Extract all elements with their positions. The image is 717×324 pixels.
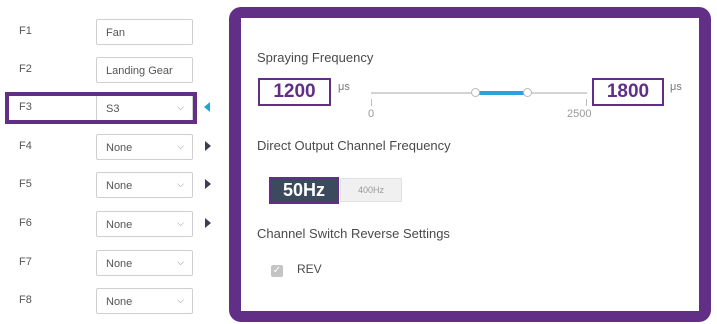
- chevron-down-icon: ⌵: [177, 257, 184, 267]
- chevron-down-icon: ⌵: [177, 179, 184, 189]
- channel-settings-panel: Spraying Frequency 1200 μs 0 2500 1800 μ…: [229, 7, 711, 322]
- channel-row-f2: F2 Landing Gear: [0, 54, 215, 86]
- frequency-50hz-button[interactable]: 50Hz: [269, 177, 339, 204]
- channel-value: Fan: [106, 27, 125, 39]
- channel-row-f7: F7 None ⌵: [0, 247, 215, 279]
- channel-f3-select[interactable]: S3 ⌵: [96, 95, 193, 121]
- channel-value: Landing Gear: [106, 65, 173, 77]
- channel-label: F5: [19, 178, 32, 190]
- channel-f7-select[interactable]: None ⌵: [96, 250, 193, 276]
- channel-value: None: [106, 180, 133, 192]
- channel-value: None: [106, 219, 133, 231]
- max-frequency-input[interactable]: 1800: [592, 78, 664, 106]
- frequency-400hz-button[interactable]: 400Hz: [340, 178, 402, 202]
- slider-high-handle[interactable]: [522, 88, 532, 97]
- min-frequency-input[interactable]: 1200: [258, 78, 331, 106]
- channel-f8-select[interactable]: None ⌵: [96, 288, 193, 314]
- direct-output-frequency-title: Direct Output Channel Frequency: [257, 138, 451, 153]
- rev-label: REV: [297, 262, 322, 276]
- channel-reverse-title: Channel Switch Reverse Settings: [257, 226, 450, 241]
- chevron-down-icon: ⌵: [177, 141, 184, 151]
- channel-value: S3: [106, 103, 120, 115]
- channel-row-f1: F1 Fan: [0, 16, 215, 48]
- channel-f4-select[interactable]: None ⌵: [96, 134, 193, 160]
- channel-row-f5: F5 None ⌵: [0, 169, 215, 201]
- channel-label: F1: [19, 25, 32, 37]
- chevron-down-icon: ⌵: [177, 295, 184, 305]
- channel-label: F7: [19, 256, 32, 268]
- collapse-arrow-icon[interactable]: [204, 102, 210, 112]
- channel-label: F8: [19, 294, 32, 306]
- slider-max-label: 2500: [567, 108, 592, 120]
- chevron-down-icon: ⌵: [177, 102, 184, 112]
- checkmark-icon: ✓: [272, 265, 282, 276]
- slider-low-handle[interactable]: [470, 88, 480, 97]
- expand-arrow-icon[interactable]: [205, 179, 211, 189]
- channel-f5-select[interactable]: None ⌵: [96, 172, 193, 198]
- channel-row-f4: F4 None ⌵: [0, 131, 215, 163]
- channel-label: F2: [19, 63, 32, 75]
- channel-label: F3: [19, 101, 32, 113]
- channel-row-f8: F8 None ⌵: [0, 285, 215, 317]
- slider-range-fill: [474, 91, 527, 95]
- panel-content: Spraying Frequency 1200 μs 0 2500 1800 μ…: [241, 18, 699, 311]
- channel-f1-field[interactable]: Fan: [96, 19, 193, 45]
- channel-f2-field[interactable]: Landing Gear: [96, 57, 193, 83]
- channel-row-f3: F3 S3 ⌵: [0, 92, 215, 124]
- channel-label: F6: [19, 217, 32, 229]
- chevron-down-icon: ⌵: [177, 218, 184, 228]
- slider-min-label: 0: [368, 108, 375, 120]
- channel-label: F4: [19, 140, 32, 152]
- min-unit-label: μs: [338, 81, 350, 93]
- channel-row-f6: F6 None ⌵: [0, 208, 215, 240]
- spraying-frequency-title: Spraying Frequency: [257, 50, 374, 65]
- max-unit-label: μs: [670, 81, 682, 93]
- channel-f6-select[interactable]: None ⌵: [96, 211, 193, 237]
- expand-arrow-icon[interactable]: [205, 218, 211, 228]
- channel-value: None: [106, 258, 133, 270]
- slider-tick-min: [371, 99, 372, 106]
- slider-tick-max: [586, 99, 587, 106]
- channel-value: None: [106, 142, 133, 154]
- expand-arrow-icon[interactable]: [205, 141, 211, 151]
- rev-checkbox[interactable]: ✓: [271, 265, 283, 277]
- channel-value: None: [106, 296, 133, 308]
